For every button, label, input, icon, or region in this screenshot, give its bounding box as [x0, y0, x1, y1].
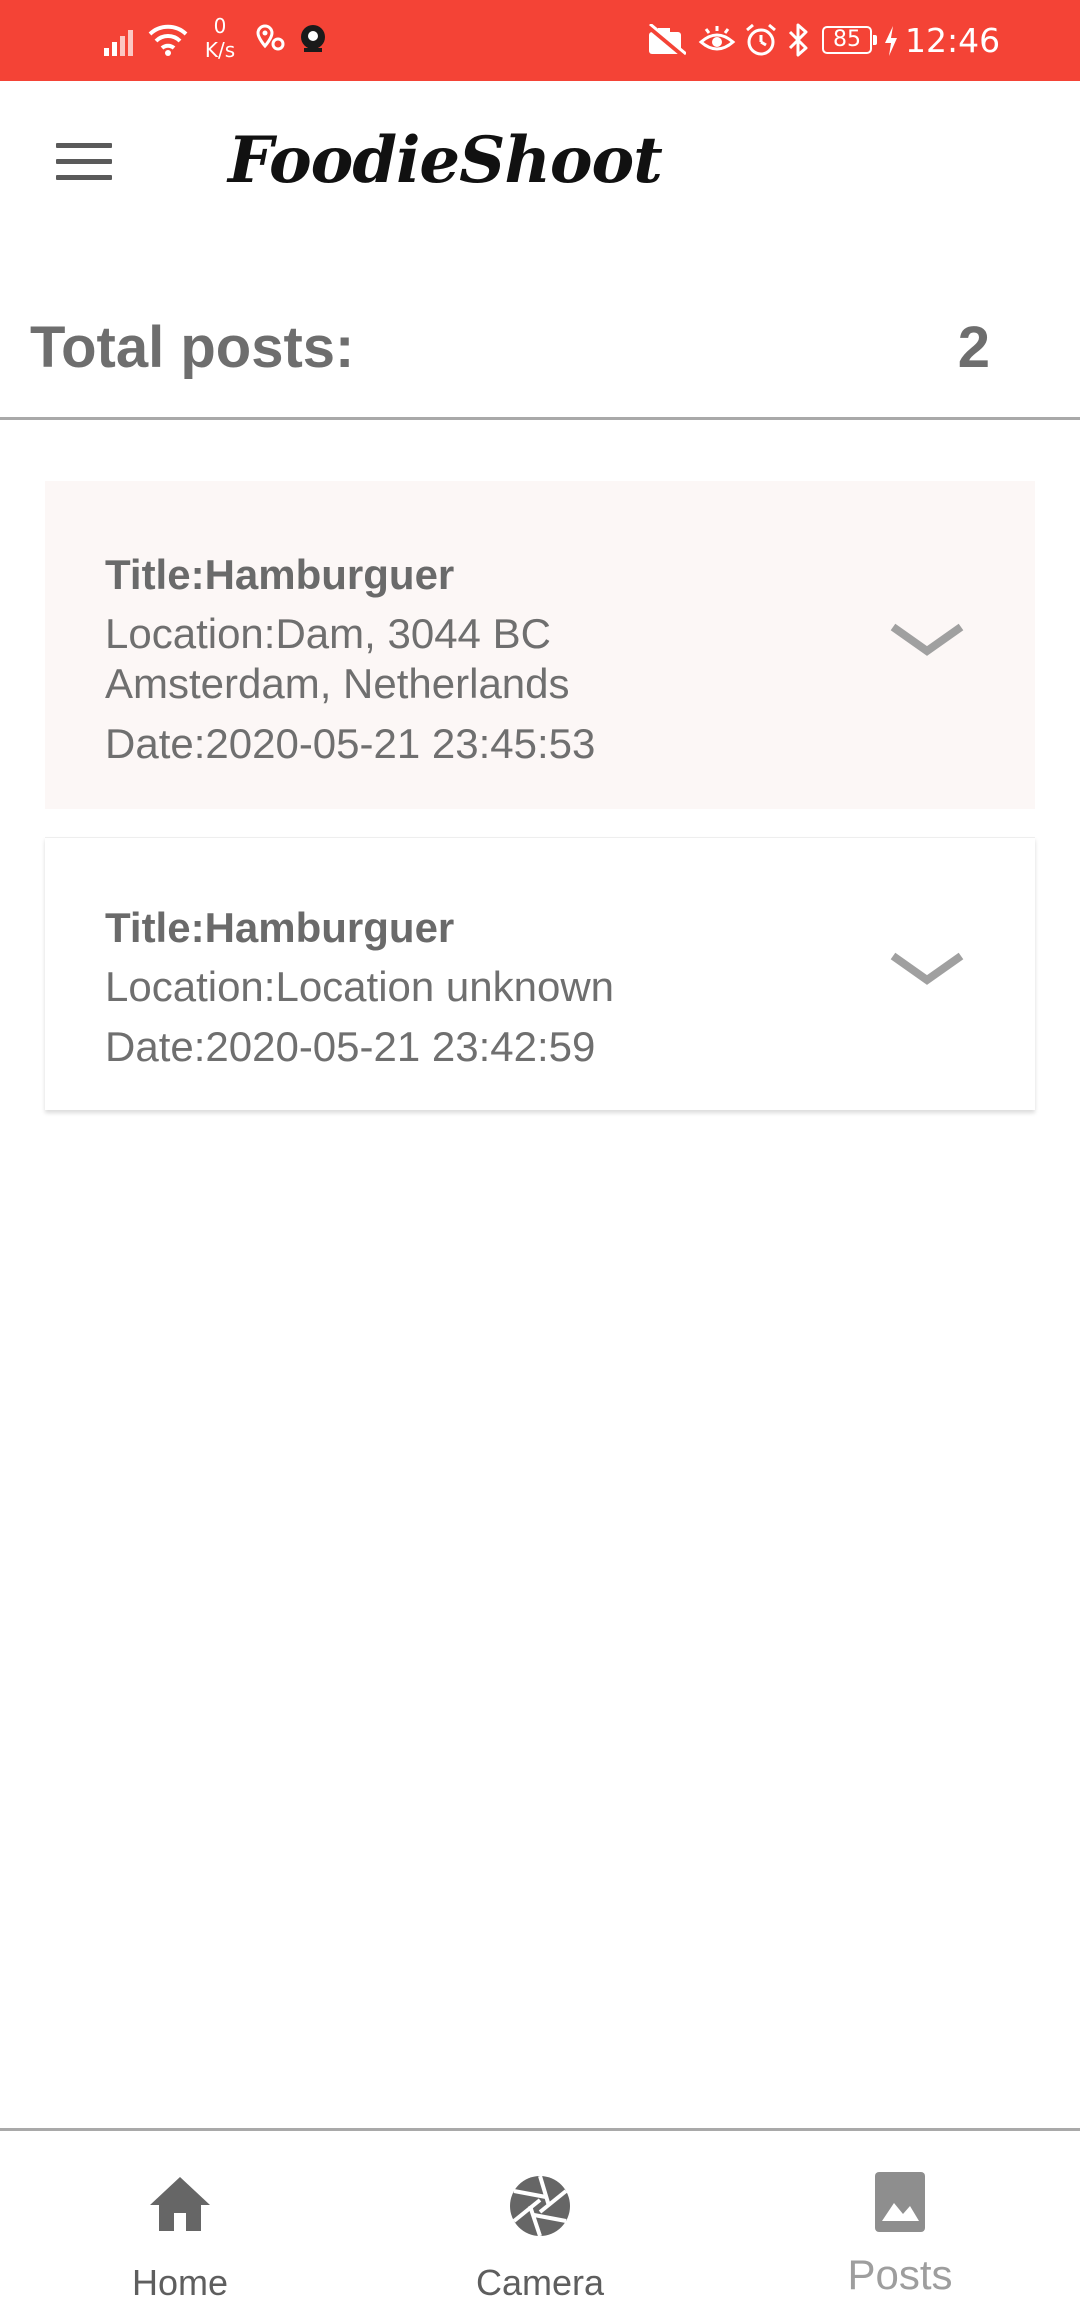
- home-icon: [150, 2177, 210, 2231]
- app-notification-icon: [301, 25, 325, 52]
- nav-camera[interactable]: Camera: [360, 2131, 720, 2315]
- post-date: Date:2020-05-21 23:42:59: [105, 1023, 596, 1070]
- location-pin-icon: [256, 24, 285, 51]
- clock: 12:46: [905, 21, 1001, 60]
- post-title: Title:Hamburguer: [105, 551, 455, 598]
- alarm-icon: [746, 23, 776, 56]
- post-details: Title:Hamburguer Location:Dam, 3044 BC A…: [105, 547, 875, 771]
- bluetooth-icon: [788, 23, 808, 57]
- total-posts-label: Total posts:: [30, 315, 355, 380]
- post-location: Location:Dam, 3044 BC Amsterdam, Netherl…: [105, 610, 570, 707]
- nav-posts[interactable]: Posts: [720, 2131, 1080, 2315]
- image-icon: [875, 2172, 925, 2232]
- chevron-down-icon[interactable]: [889, 950, 965, 990]
- camera-aperture-icon: [510, 2175, 570, 2237]
- app-bar: FoodieShoot: [0, 81, 1080, 241]
- network-speed: 0 K/s: [204, 14, 236, 62]
- eye-comfort-icon: [698, 26, 736, 51]
- charging-icon: [885, 26, 897, 56]
- nav-posts-label: Posts: [847, 2251, 953, 2298]
- bottom-navigation: Home Camera Posts: [0, 2128, 1080, 2312]
- cell-signal-icon: [104, 30, 133, 56]
- post-card[interactable]: Title:Hamburguer Location:Dam, 3044 BC A…: [45, 481, 1035, 809]
- chevron-down-icon[interactable]: [889, 621, 965, 661]
- hamburger-menu-icon[interactable]: [40, 121, 128, 201]
- nav-home-label: Home: [131, 2262, 229, 2303]
- post-details: Title:Hamburguer Location:Location unkno…: [105, 900, 875, 1074]
- post-card[interactable]: Title:Hamburguer Location:Location unkno…: [45, 837, 1035, 1110]
- total-posts-row: Total posts: 2: [0, 280, 1080, 420]
- post-date: Date:2020-05-21 23:45:53: [105, 720, 596, 767]
- status-bar: 0 K/s 85 12:46: [0, 0, 1080, 81]
- post-location: Location:Location unknown: [105, 963, 615, 1010]
- battery-indicator: 85: [822, 26, 877, 54]
- nav-camera-label: Camera: [475, 2262, 605, 2303]
- nav-home[interactable]: Home: [0, 2131, 360, 2315]
- post-title: Title:Hamburguer: [105, 904, 455, 951]
- app-logo: FoodieShoot: [228, 123, 663, 198]
- wifi-icon: [148, 24, 188, 56]
- camera-off-icon: [646, 24, 686, 58]
- total-posts-count: 2: [957, 315, 990, 380]
